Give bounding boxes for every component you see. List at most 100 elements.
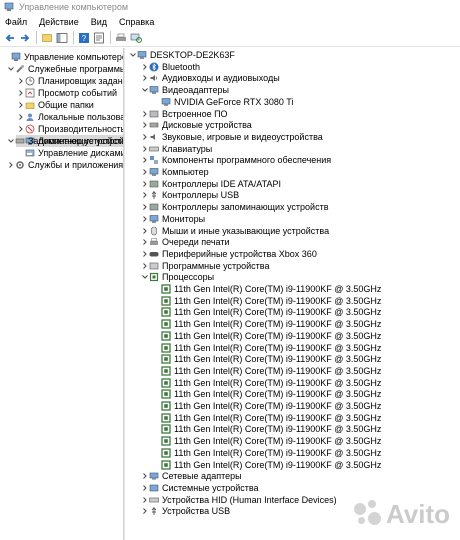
device-category[interactable]: Системные устройства <box>140 482 259 494</box>
processor-item[interactable]: 11th Gen Intel(R) Core(TM) i9-11900KF @ … <box>152 295 381 307</box>
chevron-right-icon[interactable] <box>140 62 149 71</box>
chevron-right-icon[interactable] <box>6 161 15 170</box>
expand-spacer <box>152 460 161 469</box>
device-category[interactable]: Контроллеры IDE ATA/ATAPI <box>140 178 281 190</box>
processor-item[interactable]: 11th Gen Intel(R) Core(TM) i9-11900KF @ … <box>152 353 381 365</box>
scan-hardware-icon[interactable] <box>129 31 142 44</box>
device-category[interactable]: Контроллеры запоминающих устройств <box>140 201 328 213</box>
menu-help[interactable]: Справка <box>118 17 155 27</box>
chevron-right-icon[interactable] <box>140 74 149 83</box>
chevron-right-icon[interactable] <box>140 238 149 247</box>
tree-storage[interactable]: Запоминающие устройст <box>6 135 123 147</box>
device-category[interactable]: Программные устройства <box>140 260 269 272</box>
chevron-down-icon[interactable] <box>140 273 149 282</box>
processor-item[interactable]: 11th Gen Intel(R) Core(TM) i9-11900KF @ … <box>152 365 381 377</box>
device-category[interactable]: Компьютер <box>140 166 209 178</box>
menu-view[interactable]: Вид <box>90 17 108 27</box>
device-category[interactable]: Мониторы <box>140 213 205 225</box>
chevron-right-icon[interactable] <box>140 483 149 492</box>
pane-splitter[interactable] <box>123 48 125 540</box>
device-category[interactable]: Контроллеры USB <box>140 189 239 201</box>
chevron-right-icon[interactable] <box>140 109 149 118</box>
device-tree-computer[interactable]: DESKTOP-DE2K63F <box>128 49 235 61</box>
device-category[interactable]: Устройства HID (Human Interface Devices) <box>140 494 337 506</box>
device-category[interactable]: Клавиатуры <box>140 143 212 155</box>
tree-services-apps[interactable]: Службы и приложения <box>6 159 123 171</box>
device-category[interactable]: Периферийные устройства Xbox 360 <box>140 248 317 260</box>
processor-item[interactable]: 11th Gen Intel(R) Core(TM) i9-11900KF @ … <box>152 459 381 471</box>
device-category[interactable]: Устройства USB <box>140 505 230 517</box>
chevron-right-icon[interactable] <box>140 168 149 177</box>
help-icon[interactable]: ? <box>77 31 90 44</box>
processor-item[interactable]: 11th Gen Intel(R) Core(TM) i9-11900KF @ … <box>152 423 381 435</box>
chevron-down-icon[interactable] <box>6 65 15 74</box>
chevron-right-icon[interactable] <box>16 77 25 86</box>
processor-item[interactable]: 11th Gen Intel(R) Core(TM) i9-11900KF @ … <box>152 388 381 400</box>
chevron-down-icon[interactable] <box>140 86 149 95</box>
processor-item[interactable]: 11th Gen Intel(R) Core(TM) i9-11900KF @ … <box>152 342 381 354</box>
tree-service-programs[interactable]: Служебные программы <box>6 63 123 75</box>
chevron-right-icon[interactable] <box>140 203 149 212</box>
processor-item[interactable]: 11th Gen Intel(R) Core(TM) i9-11900KF @ … <box>152 435 381 447</box>
processor-item-label: 11th Gen Intel(R) Core(TM) i9-11900KF @ … <box>174 436 382 447</box>
device-category[interactable]: Встроенное ПО <box>140 108 228 120</box>
chevron-right-icon[interactable] <box>16 89 25 98</box>
chevron-right-icon[interactable] <box>140 191 149 200</box>
device-category[interactable]: Мыши и иные указывающие устройства <box>140 225 329 237</box>
expand-chevron-icon[interactable] <box>2 53 11 62</box>
processor-item[interactable]: 11th Gen Intel(R) Core(TM) i9-11900KF @ … <box>152 318 381 330</box>
expand-spacer <box>152 97 161 106</box>
menu-action[interactable]: Действие <box>38 17 80 27</box>
processor-item[interactable]: 11th Gen Intel(R) Core(TM) i9-11900KF @ … <box>152 400 381 412</box>
chevron-right-icon[interactable] <box>16 101 25 110</box>
tree-disk-management[interactable]: Управление дисками <box>16 147 123 159</box>
device-category[interactable]: Дисковые устройства <box>140 119 252 131</box>
chevron-right-icon[interactable] <box>140 226 149 235</box>
device-category[interactable]: Аудиовходы и аудиовыходы <box>140 72 280 84</box>
tree-root[interactable]: Управление компьютером (л <box>2 51 123 63</box>
processor-item[interactable]: 11th Gen Intel(R) Core(TM) i9-11900KF @ … <box>152 306 381 318</box>
device-category[interactable]: Звуковые, игровые и видеоустройства <box>140 131 323 143</box>
forward-arrow-icon[interactable] <box>18 31 31 44</box>
processor-item[interactable]: 11th Gen Intel(R) Core(TM) i9-11900KF @ … <box>152 447 381 459</box>
chevron-right-icon[interactable] <box>140 472 149 481</box>
chevron-right-icon[interactable] <box>140 132 149 141</box>
device-category-label: Встроенное ПО <box>162 108 228 119</box>
tree-service-item[interactable]: Планировщик заданий <box>16 75 123 87</box>
chevron-right-icon[interactable] <box>140 249 149 258</box>
chevron-right-icon[interactable] <box>140 144 149 153</box>
chevron-right-icon[interactable] <box>140 156 149 165</box>
device-category[interactable]: Сетевые адаптеры <box>140 470 242 482</box>
chevron-down-icon[interactable] <box>6 137 15 146</box>
device-category[interactable]: Процессоры <box>140 271 214 283</box>
tree-service-item[interactable]: Локальные пользовате <box>16 111 123 123</box>
chevron-right-icon[interactable] <box>140 179 149 188</box>
chevron-right-icon[interactable] <box>140 507 149 516</box>
chevron-right-icon[interactable] <box>140 495 149 504</box>
menu-file[interactable]: Файл <box>4 17 28 27</box>
chevron-down-icon[interactable] <box>128 51 137 60</box>
gpu-device-label: NVIDIA GeForce RTX 3080 Ti <box>174 96 294 107</box>
gpu-device[interactable]: NVIDIA GeForce RTX 3080 Ti <box>152 96 293 108</box>
properties-icon[interactable] <box>92 31 105 44</box>
tree-service-item[interactable]: Производительность <box>16 123 123 135</box>
up-level-icon[interactable] <box>40 31 53 44</box>
tree-service-item[interactable]: Общие папки <box>16 99 94 111</box>
chevron-right-icon[interactable] <box>16 113 25 122</box>
processor-item[interactable]: 11th Gen Intel(R) Core(TM) i9-11900KF @ … <box>152 377 381 389</box>
tree-service-item[interactable]: Просмотр событий <box>16 87 117 99</box>
chevron-right-icon[interactable] <box>140 261 149 270</box>
device-category[interactable]: Видеоадаптеры <box>140 84 229 96</box>
print-icon[interactable] <box>114 31 127 44</box>
device-category[interactable]: Компоненты программного обеспечения <box>140 154 331 166</box>
device-category[interactable]: Очереди печати <box>140 236 230 248</box>
chevron-right-icon[interactable] <box>140 214 149 223</box>
chevron-right-icon[interactable] <box>16 125 25 134</box>
processor-item[interactable]: 11th Gen Intel(R) Core(TM) i9-11900KF @ … <box>152 412 381 424</box>
chevron-right-icon[interactable] <box>140 121 149 130</box>
back-arrow-icon[interactable] <box>3 31 16 44</box>
console-tree-icon[interactable] <box>55 31 68 44</box>
device-category[interactable]: Bluetooth <box>140 61 200 73</box>
processor-item[interactable]: 11th Gen Intel(R) Core(TM) i9-11900KF @ … <box>152 283 381 295</box>
processor-item[interactable]: 11th Gen Intel(R) Core(TM) i9-11900KF @ … <box>152 330 381 342</box>
